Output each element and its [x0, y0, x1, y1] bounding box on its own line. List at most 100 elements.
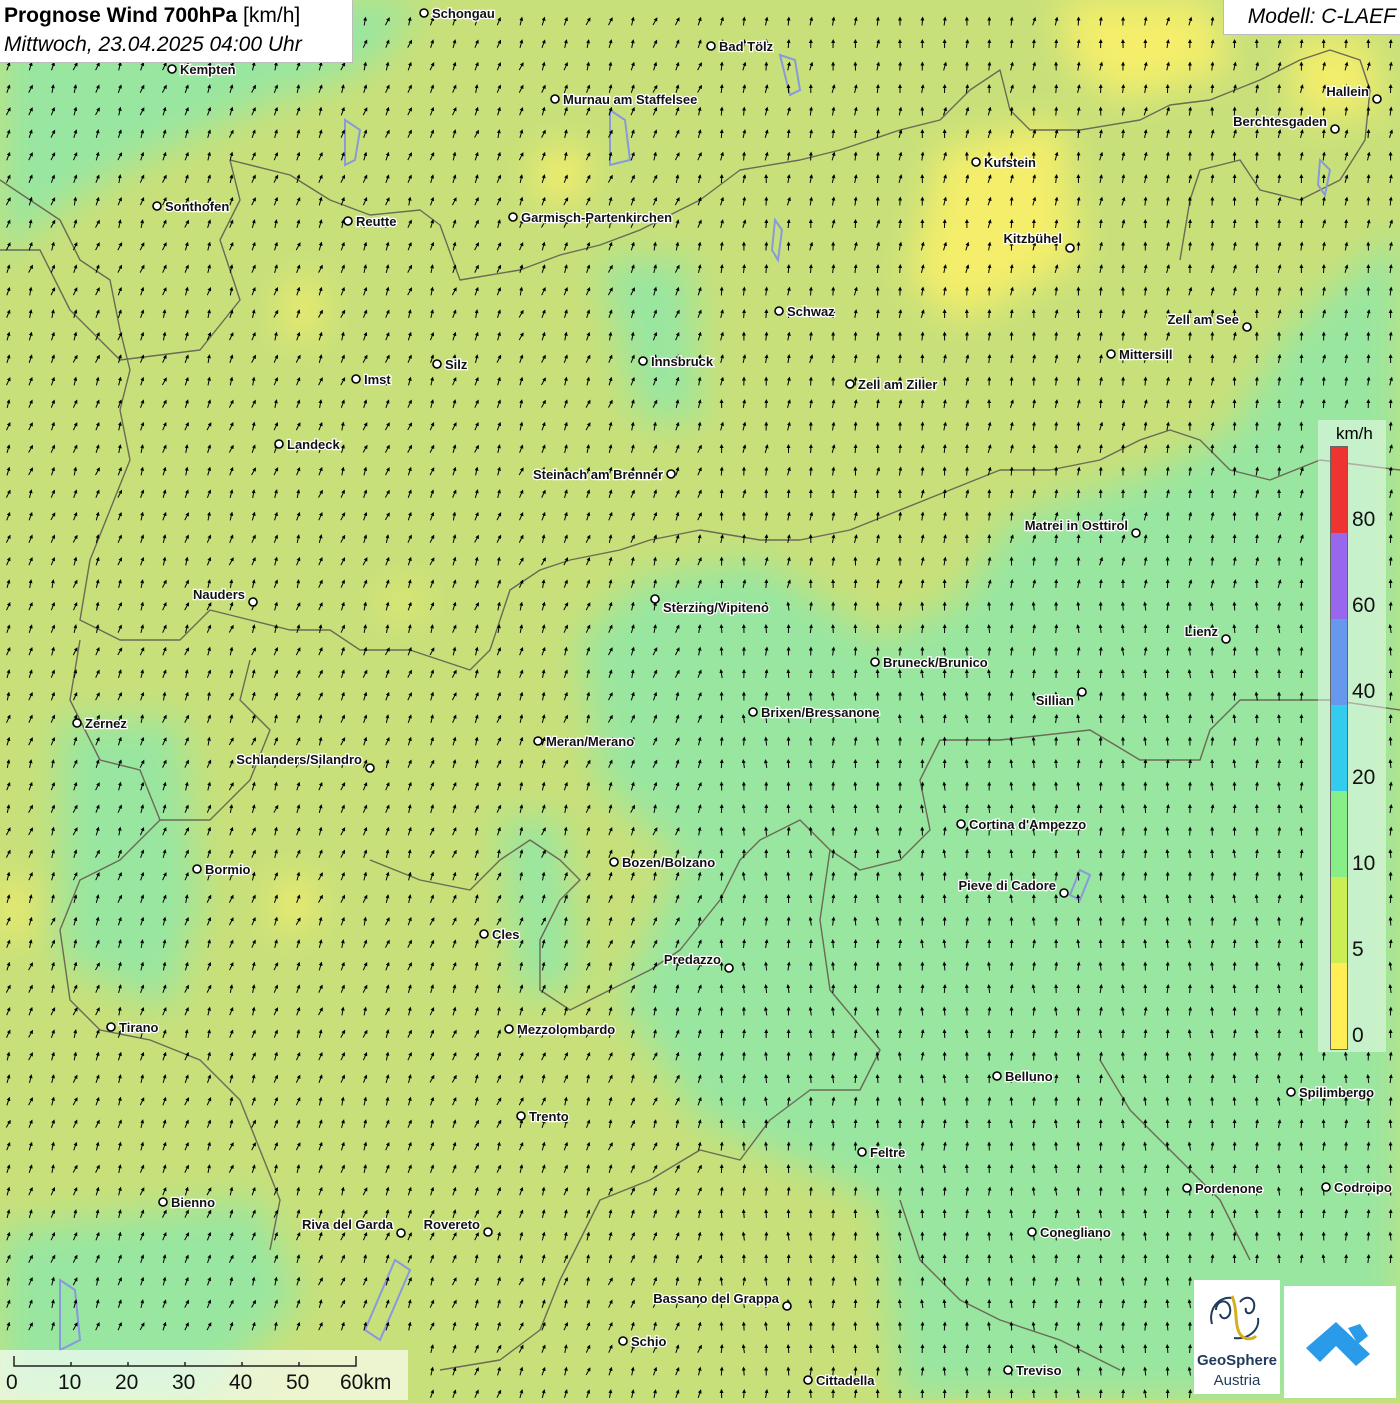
wind-arrow	[1257, 919, 1258, 926]
wind-arrow	[1257, 1211, 1258, 1218]
wind-arrow	[1234, 1234, 1235, 1241]
city-label: Kufstein	[984, 155, 1036, 170]
city-marker-icon	[667, 470, 675, 478]
wind-arrow	[922, 604, 923, 611]
wind-arrow	[944, 491, 945, 498]
wind-arrow	[1056, 334, 1057, 341]
city-marker-icon	[972, 158, 980, 166]
wind-arrow	[788, 1144, 789, 1151]
wind-arrow	[1034, 1099, 1035, 1106]
city-marker-icon	[275, 440, 283, 448]
city-label: Belluno	[1005, 1069, 1053, 1084]
wind-arrow	[877, 941, 878, 948]
wind-arrow	[1056, 424, 1057, 431]
city-schongau: Schongau	[420, 6, 495, 21]
wind-arrow	[721, 469, 722, 476]
wind-arrow	[788, 919, 789, 926]
wind-arrow	[1390, 41, 1391, 48]
city-label: Conegliano	[1040, 1225, 1111, 1240]
wind-arrow	[766, 221, 767, 228]
wind-arrow	[721, 626, 722, 633]
wind-arrow	[766, 1166, 767, 1173]
city-marker-icon	[73, 719, 81, 727]
wind-arrow	[900, 64, 901, 71]
partner-logo[interactable]	[1284, 1286, 1396, 1398]
wind-arrow	[944, 1189, 945, 1196]
wind-arrow	[1234, 1099, 1235, 1106]
city-meran-merano: Meran/Merano	[534, 734, 634, 749]
city-label: Reutte	[356, 214, 396, 229]
wind-arrow	[1257, 1166, 1258, 1173]
wind-arrow	[877, 1166, 878, 1173]
wind-arrow	[855, 851, 856, 858]
city-label: Zernez	[85, 716, 127, 731]
wind-arrow	[1279, 1256, 1280, 1263]
city-label: Spilimbergo	[1299, 1085, 1374, 1100]
model-box: Modell: C-LAEF	[1223, 0, 1400, 35]
legend-tick-5: 5	[1352, 938, 1364, 962]
wind-arrow	[1167, 1279, 1168, 1286]
wind-arrow	[788, 1256, 789, 1263]
city-marker-icon	[517, 1112, 525, 1120]
wind-arrow	[1323, 131, 1324, 138]
wind-arrow	[1167, 784, 1168, 791]
wind-arrow	[855, 581, 856, 588]
city-label: Berchtesgaden	[1233, 114, 1327, 129]
wind-arrow	[744, 1391, 745, 1398]
wind-arrow	[855, 1076, 856, 1083]
city-label: Landeck	[287, 437, 341, 452]
wind-arrow	[721, 131, 722, 138]
wind-arrow	[1056, 1031, 1057, 1038]
wind-arrow	[1301, 1144, 1302, 1151]
city-label: Cles	[492, 927, 519, 942]
wind-arrow	[922, 424, 923, 431]
wind-arrow	[1390, 424, 1391, 431]
wind-arrow	[1078, 1324, 1079, 1331]
wind-arrow	[1301, 874, 1302, 881]
wind-arrow	[1190, 334, 1191, 341]
city-marker-icon	[159, 1198, 167, 1206]
wind-arrow	[766, 1076, 767, 1083]
wind-arrow	[900, 671, 901, 678]
wind-arrow	[1279, 739, 1280, 746]
wind-arrow	[1056, 1166, 1057, 1173]
scale-label-20: 20	[115, 1371, 138, 1395]
wind-arrow	[1145, 874, 1146, 881]
city-marker-icon	[168, 65, 176, 73]
city-marker-icon	[1331, 125, 1339, 133]
wind-arrow	[855, 1121, 856, 1128]
scale-label-10: 10	[58, 1371, 81, 1395]
wind-arrow	[811, 829, 812, 836]
wind-arrow	[1368, 131, 1369, 138]
forecast-datetime: Mittwoch, 23.04.2025 04:00 Uhr	[4, 33, 302, 57]
wind-arrow	[1123, 671, 1124, 678]
city-marker-icon	[1060, 889, 1068, 897]
city-label: Bruneck/Brunico	[883, 655, 988, 670]
city-marker-icon	[397, 1229, 405, 1237]
wind-arrow	[811, 694, 812, 701]
wind-arrow	[1279, 941, 1280, 948]
wind-arrow	[877, 266, 878, 273]
wind-arrow	[1011, 109, 1012, 116]
geosphere-logo-text-2: Austria	[1194, 1372, 1280, 1389]
wind-arrow	[1078, 1166, 1079, 1173]
wind-arrow	[1234, 1054, 1235, 1061]
city-marker-icon	[352, 375, 360, 383]
legend-segment-0	[1331, 963, 1347, 1049]
wind-arrow	[1123, 851, 1124, 858]
city-label: Innsbruck	[651, 354, 714, 369]
wind-arrow	[1390, 1256, 1391, 1263]
wind-arrow	[1190, 1166, 1191, 1173]
city-marker-icon	[1028, 1228, 1036, 1236]
wind-arrow	[1034, 1301, 1035, 1308]
city-label: Rovereto	[424, 1217, 480, 1232]
wind-arrow	[922, 19, 923, 26]
city-marker-icon	[1222, 635, 1230, 643]
wind-arrow	[1123, 604, 1124, 611]
wind-arrow	[1034, 761, 1035, 768]
wind-map: SchongauBad TölzKemptenMurnau am Staffel…	[0, 0, 1400, 1400]
scale-label-0: 0	[6, 1371, 18, 1395]
geosphere-logo[interactable]: GeoSphere Austria	[1194, 1280, 1280, 1394]
wind-arrow	[721, 761, 722, 768]
city-marker-icon	[107, 1023, 115, 1031]
